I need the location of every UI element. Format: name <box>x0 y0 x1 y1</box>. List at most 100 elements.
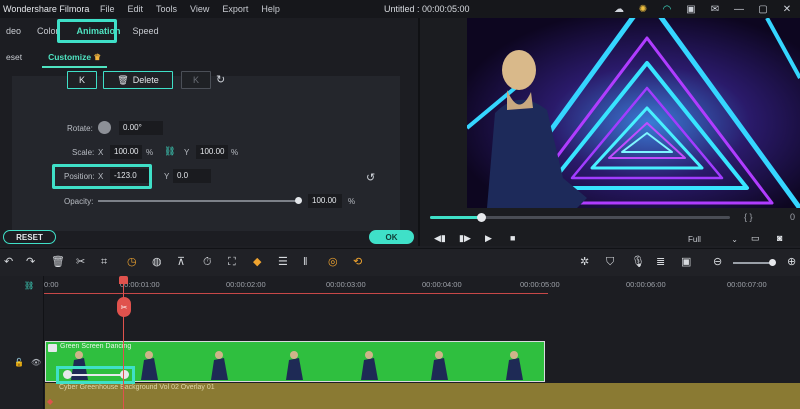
rotate-label: Rotate: <box>67 124 93 133</box>
save-icon[interactable]: ▣ <box>684 2 698 16</box>
link-icon[interactable]: ⛓ <box>164 146 175 157</box>
render-icon[interactable]: ✲ <box>580 256 589 268</box>
step-forward-icon[interactable]: ▮▶ <box>459 233 471 244</box>
subtab-preset[interactable]: eset <box>0 52 28 68</box>
quality-select[interactable]: Full ⌄ <box>688 233 740 246</box>
scissors-icon[interactable]: ✂ <box>117 297 131 317</box>
scale-x-input[interactable]: 100.00 <box>110 145 142 159</box>
opacity-slider[interactable] <box>98 200 301 202</box>
scale-y-unit: % <box>231 148 239 157</box>
zoom-out-icon[interactable]: ⊖ <box>713 256 722 268</box>
mark-brackets[interactable]: { } <box>744 212 753 222</box>
close-icon[interactable]: ✕ <box>780 2 794 16</box>
headset-icon[interactable]: ◠ <box>660 2 674 16</box>
title-bar: Wondershare Filmora File Edit Tools View… <box>0 0 800 18</box>
quality-value: Full <box>688 235 701 244</box>
play-icon[interactable]: ▶ <box>485 233 492 244</box>
auto-reframe-icon[interactable]: ⟲ <box>353 256 362 268</box>
display-icon[interactable]: ▭ <box>751 233 760 244</box>
menu-file[interactable]: File <box>100 4 115 14</box>
cloud-icon[interactable]: ☁ <box>612 2 626 16</box>
subtab-customize[interactable]: Customize ♛ <box>42 52 108 68</box>
audio-wave-icon[interactable]: ǁ <box>303 256 308 268</box>
menu-tools[interactable]: Tools <box>156 4 177 14</box>
lightbulb-icon[interactable]: ✺ <box>636 2 650 16</box>
position-y-input[interactable]: 0.0 <box>173 169 211 183</box>
delete-keyframe-button[interactable]: 🗑 Delete <box>103 71 173 89</box>
cut-icon[interactable]: ✂ <box>76 256 85 268</box>
menu-view[interactable]: View <box>190 4 209 14</box>
ruler-tick: 00:00:05:00 <box>520 280 560 289</box>
menu-bar: File Edit Tools View Export Help <box>100 4 280 14</box>
subtab-customize-label: Customize <box>48 52 92 62</box>
ruler-tick: 0:00 <box>44 280 59 289</box>
maximize-icon[interactable]: ▢ <box>756 2 770 16</box>
link-tracks-icon[interactable]: ⛓ <box>24 281 34 290</box>
timer-icon[interactable]: ⏱ <box>203 256 212 268</box>
keyframe-icon[interactable]: ◆ <box>253 256 261 268</box>
playhead-handle[interactable] <box>119 276 128 284</box>
ok-button[interactable]: OK <box>369 230 414 244</box>
video-preview <box>467 18 800 208</box>
playlist-icon[interactable]: ≣ <box>656 256 665 268</box>
prev-keyframe-button[interactable]: K <box>67 71 97 89</box>
tab-video[interactable]: deo <box>0 22 27 42</box>
scale-y-input[interactable]: 100.00 <box>196 145 228 159</box>
trash-icon: 🗑 <box>117 74 129 85</box>
menu-help[interactable]: Help <box>261 4 280 14</box>
lock-icon[interactable]: 🔓 <box>14 358 24 367</box>
stop-icon[interactable]: ■ <box>510 233 515 243</box>
reset-position-icon[interactable]: ↺ <box>366 171 375 184</box>
menu-edit[interactable]: Edit <box>128 4 144 14</box>
animation-tab-highlight <box>57 19 117 43</box>
mail-icon[interactable]: ✉ <box>708 2 722 16</box>
step-back-icon[interactable]: ◀▮ <box>434 233 446 244</box>
properties-panel: deo Color Animation Speed eset Customize… <box>0 18 418 246</box>
tab-speed[interactable]: Speed <box>127 22 165 42</box>
pip-icon[interactable]: ▣ <box>681 256 691 268</box>
scale-x-unit: % <box>146 148 154 157</box>
shield-icon[interactable]: ⛉ <box>606 256 614 268</box>
neon-triangle-background <box>467 18 800 208</box>
player-time: 0 <box>790 212 796 222</box>
ruler-tick: 00:00:04:00 <box>422 280 462 289</box>
reset-button[interactable]: RESET <box>3 230 56 244</box>
video-clip-background[interactable]: Cyber Greenhouse Background Vol 02 Overl… <box>45 383 800 409</box>
playback-handle[interactable] <box>477 213 486 222</box>
crop-icon[interactable]: ⌗ <box>101 256 107 268</box>
rotate-knob[interactable] <box>98 121 111 134</box>
stabilize-icon[interactable]: ⊼ <box>177 256 185 268</box>
color-icon[interactable]: ◍ <box>152 256 162 268</box>
zoom-in-icon[interactable]: ⊕ <box>787 256 796 268</box>
zoom-slider-handle[interactable] <box>769 259 776 266</box>
ruler-tick: 00:00:06:00 <box>626 280 666 289</box>
fullscreen-icon[interactable]: ⛶ <box>228 256 236 268</box>
reset-keyframes-icon[interactable]: ↻ <box>216 73 225 86</box>
playback-progress-fill <box>430 216 481 219</box>
redo-icon[interactable]: ↷ <box>26 256 35 268</box>
speed-icon[interactable]: ◷ <box>127 256 137 268</box>
rotate-input[interactable]: 0.00° <box>119 121 163 135</box>
snapshot-icon[interactable]: ◙ <box>777 233 782 243</box>
motion-tracking-icon[interactable]: ◎ <box>328 256 338 268</box>
adjust-icon[interactable]: ☰ <box>278 256 288 268</box>
eye-icon[interactable]: 👁 <box>31 358 41 367</box>
minimize-icon[interactable]: — <box>732 2 746 16</box>
opacity-unit: % <box>348 197 356 206</box>
chevron-down-icon: ⌄ <box>731 235 738 244</box>
next-keyframe-button[interactable]: K <box>181 71 211 89</box>
clip-label: Cyber Greenhouse Background Vol 02 Overl… <box>59 384 215 391</box>
delete-icon[interactable]: 🗑 <box>51 256 65 268</box>
opacity-input[interactable]: 100.00 <box>308 194 342 208</box>
track-headers <box>0 276 44 409</box>
menu-export[interactable]: Export <box>222 4 248 14</box>
zoom-slider[interactable] <box>733 262 773 264</box>
opacity-slider-handle[interactable] <box>295 197 302 204</box>
undo-icon[interactable]: ↶ <box>4 256 13 268</box>
ruler-tick: 00:00:03:00 <box>326 280 366 289</box>
crown-icon: ♛ <box>93 52 102 62</box>
delete-keyframe-label: Delete <box>132 75 159 85</box>
playback-progress[interactable] <box>430 213 730 222</box>
scale-y-label: Y <box>184 148 190 157</box>
microphone-icon[interactable]: 🎙 <box>631 256 645 268</box>
